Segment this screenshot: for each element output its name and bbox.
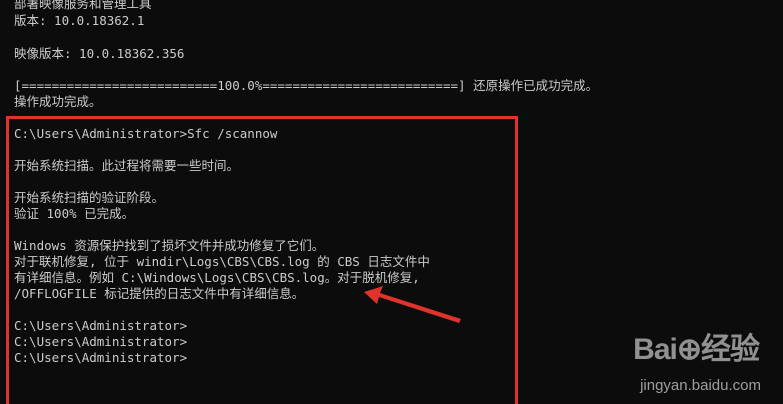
baidu-watermark: Bai⊕经验 jingyan.baidu.com — [583, 318, 773, 398]
console-line: 映像版本: 10.0.18362.356 — [14, 46, 185, 61]
baidu-logo: Bai⊕经验 — [633, 333, 760, 366]
console-line: 部署映像服务和管理工具 — [14, 0, 152, 11]
console-line: [==========================100.0%=======… — [14, 78, 599, 93]
console-line: 操作成功完成。 — [14, 94, 102, 109]
console-line: 版本: 10.0.18362.1 — [14, 13, 145, 28]
baidu-url: jingyan.baidu.com — [640, 377, 761, 394]
highlight-box — [6, 116, 518, 404]
